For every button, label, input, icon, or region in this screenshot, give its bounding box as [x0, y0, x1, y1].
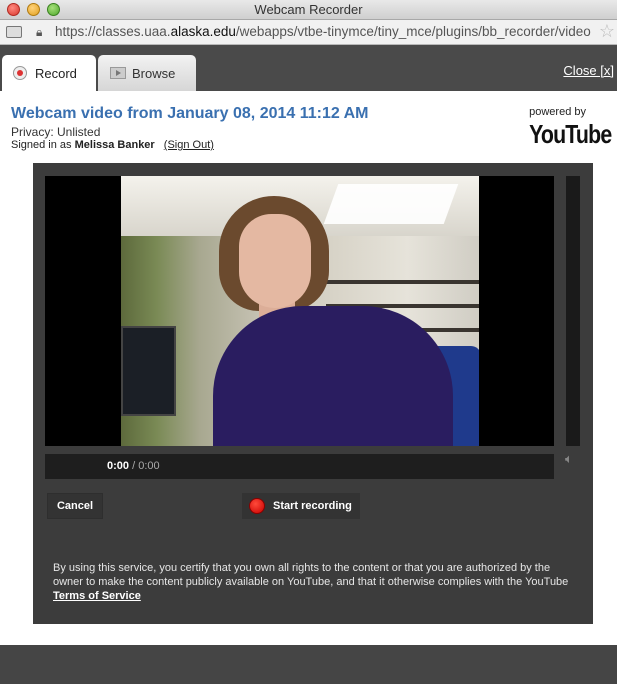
- signed-in-info: Signed in as Melissa Banker (Sign Out): [11, 139, 214, 151]
- time-display: 0:00 / 0:00: [107, 460, 160, 472]
- tab-record-label: Record: [35, 66, 77, 81]
- page-icon: [6, 26, 22, 38]
- url-bar[interactable]: 🔒︎ https://classes.uaa.alaska.edu/webapp…: [0, 20, 617, 45]
- bottom-background: [0, 645, 617, 684]
- window-titlebar: Webcam Recorder: [0, 0, 617, 20]
- sign-out-link[interactable]: (Sign Out): [164, 139, 214, 151]
- volume-slider[interactable]: [566, 176, 580, 446]
- record-dot-icon: [249, 498, 265, 514]
- youtube-logo: YouTube: [528, 119, 612, 149]
- user-name: Melissa Banker: [74, 139, 155, 151]
- tab-browse-label: Browse: [132, 66, 176, 81]
- window-title: Webcam Recorder: [254, 2, 363, 17]
- webcam-preview: [45, 176, 554, 446]
- tab-row: Record Browse Close [x]: [0, 45, 617, 91]
- url-text[interactable]: https://classes.uaa.alaska.edu/webapps/v…: [55, 24, 591, 39]
- cancel-button[interactable]: Cancel: [47, 493, 103, 519]
- recorder-panel: 🔈︎ 0:00 / 0:00 Cancel Start recording By…: [33, 163, 593, 624]
- recorder-content: Webcam video from January 08, 2014 11:12…: [0, 91, 617, 645]
- bookmark-star-icon[interactable]: ☆: [599, 21, 615, 42]
- record-icon: [13, 66, 27, 80]
- play-icon: [110, 67, 126, 79]
- privacy-status: Privacy: Unlisted: [11, 125, 101, 139]
- lock-icon: 🔒︎: [36, 25, 43, 39]
- legal-notice: By using this service, you certify that …: [53, 562, 569, 602]
- powered-by-label: powered by: [529, 106, 586, 118]
- tab-browse[interactable]: Browse: [98, 55, 196, 91]
- speaker-icon[interactable]: 🔈︎: [565, 451, 573, 467]
- start-recording-button[interactable]: Start recording: [242, 493, 360, 519]
- progress-bar[interactable]: 0:00 / 0:00: [45, 454, 554, 479]
- webcam-frame-image: [121, 176, 479, 446]
- terms-of-service-link[interactable]: Terms of Service: [53, 590, 141, 602]
- close-link[interactable]: Close [x]: [563, 63, 614, 78]
- tab-record[interactable]: Record: [2, 55, 96, 91]
- video-title: Webcam video from January 08, 2014 11:12…: [11, 105, 369, 122]
